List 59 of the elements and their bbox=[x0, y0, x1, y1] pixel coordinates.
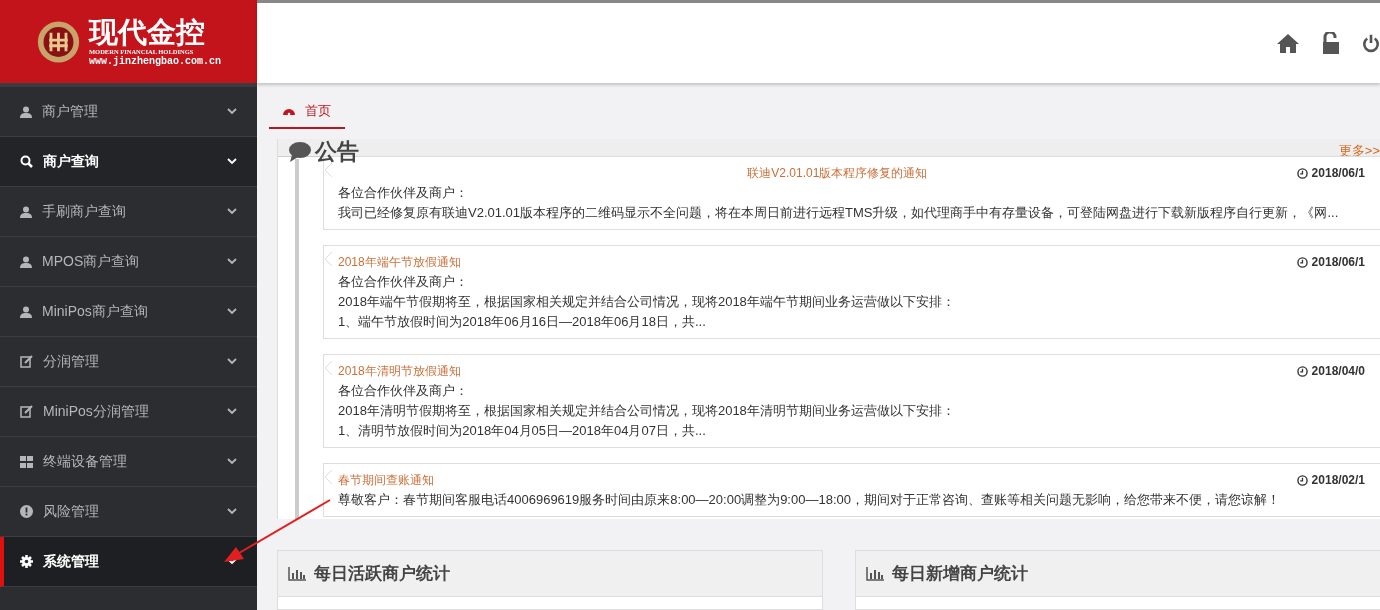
gear-icon bbox=[20, 555, 33, 568]
sidebar-item[interactable]: 商户查询 bbox=[0, 137, 257, 187]
bar-chart-icon bbox=[288, 566, 306, 581]
chevron-down-icon bbox=[227, 308, 237, 315]
sidebar-item[interactable]: 终端设备管理 bbox=[0, 437, 257, 487]
speech-bubble-icon bbox=[288, 141, 312, 164]
sidebar-item[interactable]: 手刷商户查询 bbox=[0, 187, 257, 237]
user-icon bbox=[20, 205, 32, 218]
chevron-down-icon bbox=[227, 358, 237, 365]
panel-title: 每日活跃商户统计 bbox=[314, 562, 450, 585]
clock-icon bbox=[1296, 167, 1308, 179]
notice-text: 2018年清明节假期将至，根据国家相关规定并结合公司情况，现将2018年清明节期间业务运营做以下安排： bbox=[338, 402, 956, 421]
bar-chart-icon bbox=[866, 566, 884, 581]
sidebar-item[interactable]: 分润管理 bbox=[0, 337, 257, 387]
clock-icon bbox=[1296, 474, 1308, 486]
notice-date: 2018/06/1 bbox=[1296, 253, 1365, 272]
unlock-icon[interactable] bbox=[1322, 32, 1340, 54]
notice-text: 我司已经修复原有联迪V2.01.01版本程序的二维码显示不全问题，将在本周日前进行远程TMS升级，如代理商手中有存量设备，可登陆网盘进行下载新版程序自行更新，《网... bbox=[338, 204, 1340, 223]
user-icon bbox=[20, 305, 32, 318]
notice-title[interactable]: 春节期间查账通知 bbox=[338, 471, 434, 490]
edit-icon bbox=[20, 355, 33, 368]
chevron-down-icon bbox=[227, 258, 237, 265]
chevron-down-icon bbox=[227, 458, 237, 465]
notice-date: 2018/02/1 bbox=[1296, 471, 1365, 490]
search-icon bbox=[20, 155, 33, 168]
notice-title[interactable]: 联迪V2.01.01版本程序修复的通知 bbox=[707, 164, 928, 183]
notice-title[interactable]: 2018年端午节放假通知 bbox=[338, 253, 461, 272]
home-icon[interactable] bbox=[1276, 33, 1300, 53]
chevron-down-icon bbox=[227, 158, 237, 165]
notice-text: 各位合作伙伴及商户： bbox=[338, 382, 469, 401]
sidebar-item[interactable]: MiniPos商户查询 bbox=[0, 287, 257, 337]
warning-icon bbox=[20, 505, 33, 518]
notice-text: 2018年端午节假期将至，根据国家相关规定并结合公司情况，现将2018年端午节期间业务运营做以下安排： bbox=[338, 293, 956, 312]
notice-title[interactable]: 2018年清明节放假通知 bbox=[338, 362, 461, 381]
chevron-down-icon bbox=[227, 508, 237, 515]
notice-text: 1、清明节放假时间为2018年04月05日—2018年04月07日，共... bbox=[338, 422, 707, 441]
chevron-down-icon bbox=[227, 208, 237, 215]
sidebar-item[interactable]: MiniPos分润管理 bbox=[0, 387, 257, 437]
panel-title: 每日新增商户统计 bbox=[892, 562, 1028, 585]
sidebar-item[interactable]: 系统管理 bbox=[0, 537, 257, 587]
user-icon bbox=[20, 255, 32, 268]
notice-text: 各位合作伙伴及商户： bbox=[338, 273, 469, 292]
clock-icon bbox=[1296, 365, 1308, 377]
notice-date: 2018/04/0 bbox=[1296, 362, 1365, 381]
notice-text: 各位合作伙伴及商户： bbox=[338, 184, 469, 203]
edit-icon bbox=[20, 405, 33, 418]
notice-date: 2018/06/1 bbox=[1296, 164, 1365, 183]
notice-text: 尊敬客户：春节期间客服电话4006969619服务时间由原来8:00—20:00调整为9:00—18:00，期间对于正常咨询、查账等相关问题无影响，给您带来不便，请您谅解！ bbox=[338, 491, 1281, 510]
user-icon bbox=[20, 105, 32, 118]
logo-title: 现代金控 bbox=[88, 15, 206, 48]
chevron-down-icon bbox=[227, 408, 237, 415]
home-tab[interactable]: 首页 bbox=[269, 94, 345, 130]
logo-url: www.jinzhengbao.com.cn bbox=[88, 55, 221, 68]
grid-icon bbox=[20, 455, 33, 468]
clock-icon bbox=[1296, 256, 1308, 268]
sidebar-item[interactable]: MPOS商户查询 bbox=[0, 237, 257, 287]
chevron-down-icon bbox=[227, 108, 237, 115]
notice-text: 1、端午节放假时间为2018年06月16日—2018年06月18日，共... bbox=[338, 313, 707, 332]
panel-title: 公告 bbox=[315, 139, 359, 166]
